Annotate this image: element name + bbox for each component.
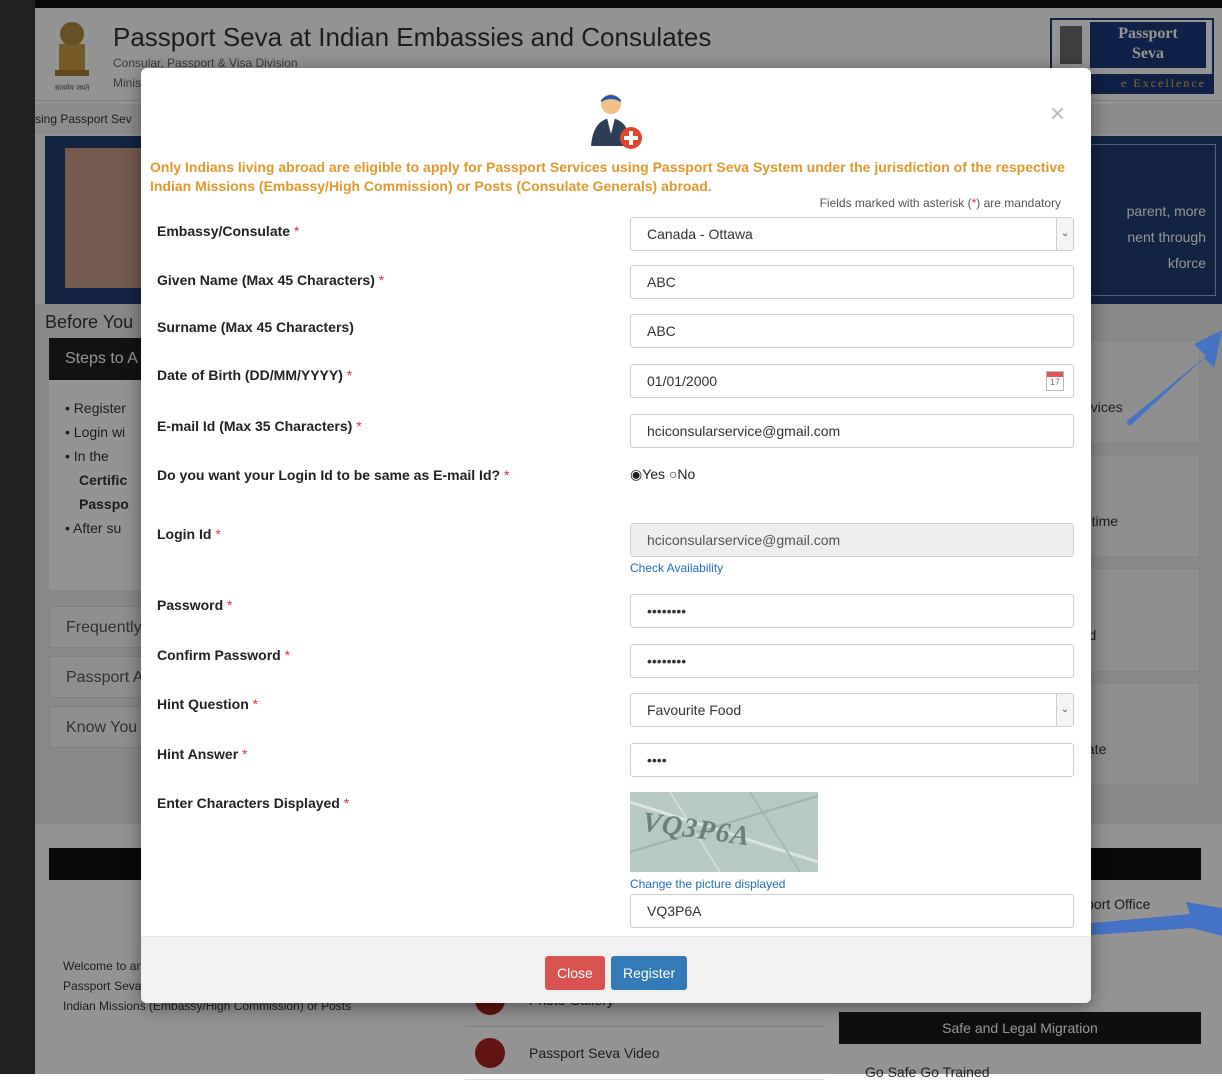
calendar-icon[interactable]: 17 [1046,371,1064,391]
given-name-input[interactable] [630,265,1074,299]
eligibility-notice: Only Indians living abroad are eligible … [150,159,1065,194]
check-availability-link[interactable]: Check Availability [630,561,723,575]
captcha-input[interactable] [630,894,1074,928]
confirm-password-input[interactable]: •••••••• [630,644,1074,678]
hint-answer-input[interactable]: •••• [630,743,1074,777]
captcha-image: VQ3P6A [630,792,818,872]
close-button[interactable]: Close [545,956,605,990]
surname-label: Surname (Max 45 Characters) [157,319,354,335]
registration-modal: × Only Indians living abroad are eligibl… [141,68,1091,1003]
same-login-label: Do you want your Login Id to be same as … [157,467,510,483]
login-id-input [630,523,1074,557]
no-radio[interactable]: ○No [669,466,695,482]
confirm-password-label: Confirm Password * [157,647,291,663]
given-name-label: Given Name (Max 45 Characters) * [157,272,385,288]
yes-radio[interactable]: ◉Yes [630,466,665,482]
embassy-select[interactable]: Canada - Ottawa ⌄ [630,217,1074,251]
dob-label: Date of Birth (DD/MM/YYYY) * [157,367,353,383]
hint-question-label: Hint Question * [157,696,259,712]
dob-field: 17 [630,364,1074,398]
password-label: Password * [157,597,233,613]
surname-input[interactable] [630,314,1074,348]
password-input[interactable]: •••••••• [630,594,1074,628]
hint-question-select[interactable]: Favourite Food ⌄ [630,693,1074,727]
chevron-down-icon: ⌄ [1056,694,1073,726]
modal-footer: Close Register [141,936,1091,1003]
register-button[interactable]: Register [611,956,688,990]
dob-input[interactable] [630,364,1074,398]
close-icon[interactable]: × [1050,98,1065,129]
callout-arrow-top [1126,330,1222,426]
email-label: E-mail Id (Max 35 Characters) * [157,418,362,434]
captcha-label: Enter Characters Displayed * [157,795,350,811]
login-id-label: Login Id * [157,526,221,542]
add-user-icon [591,94,642,149]
same-login-radio-group: ◉Yes ○No [630,466,695,483]
embassy-label: Embassy/Consulate * [157,223,300,239]
email-input[interactable] [630,414,1074,448]
hint-answer-label: Hint Answer * [157,746,248,762]
change-picture-link[interactable]: Change the picture displayed [630,877,785,891]
chevron-down-icon: ⌄ [1056,218,1073,250]
mandatory-note: Fields marked with asterisk (*) are mand… [819,196,1061,210]
